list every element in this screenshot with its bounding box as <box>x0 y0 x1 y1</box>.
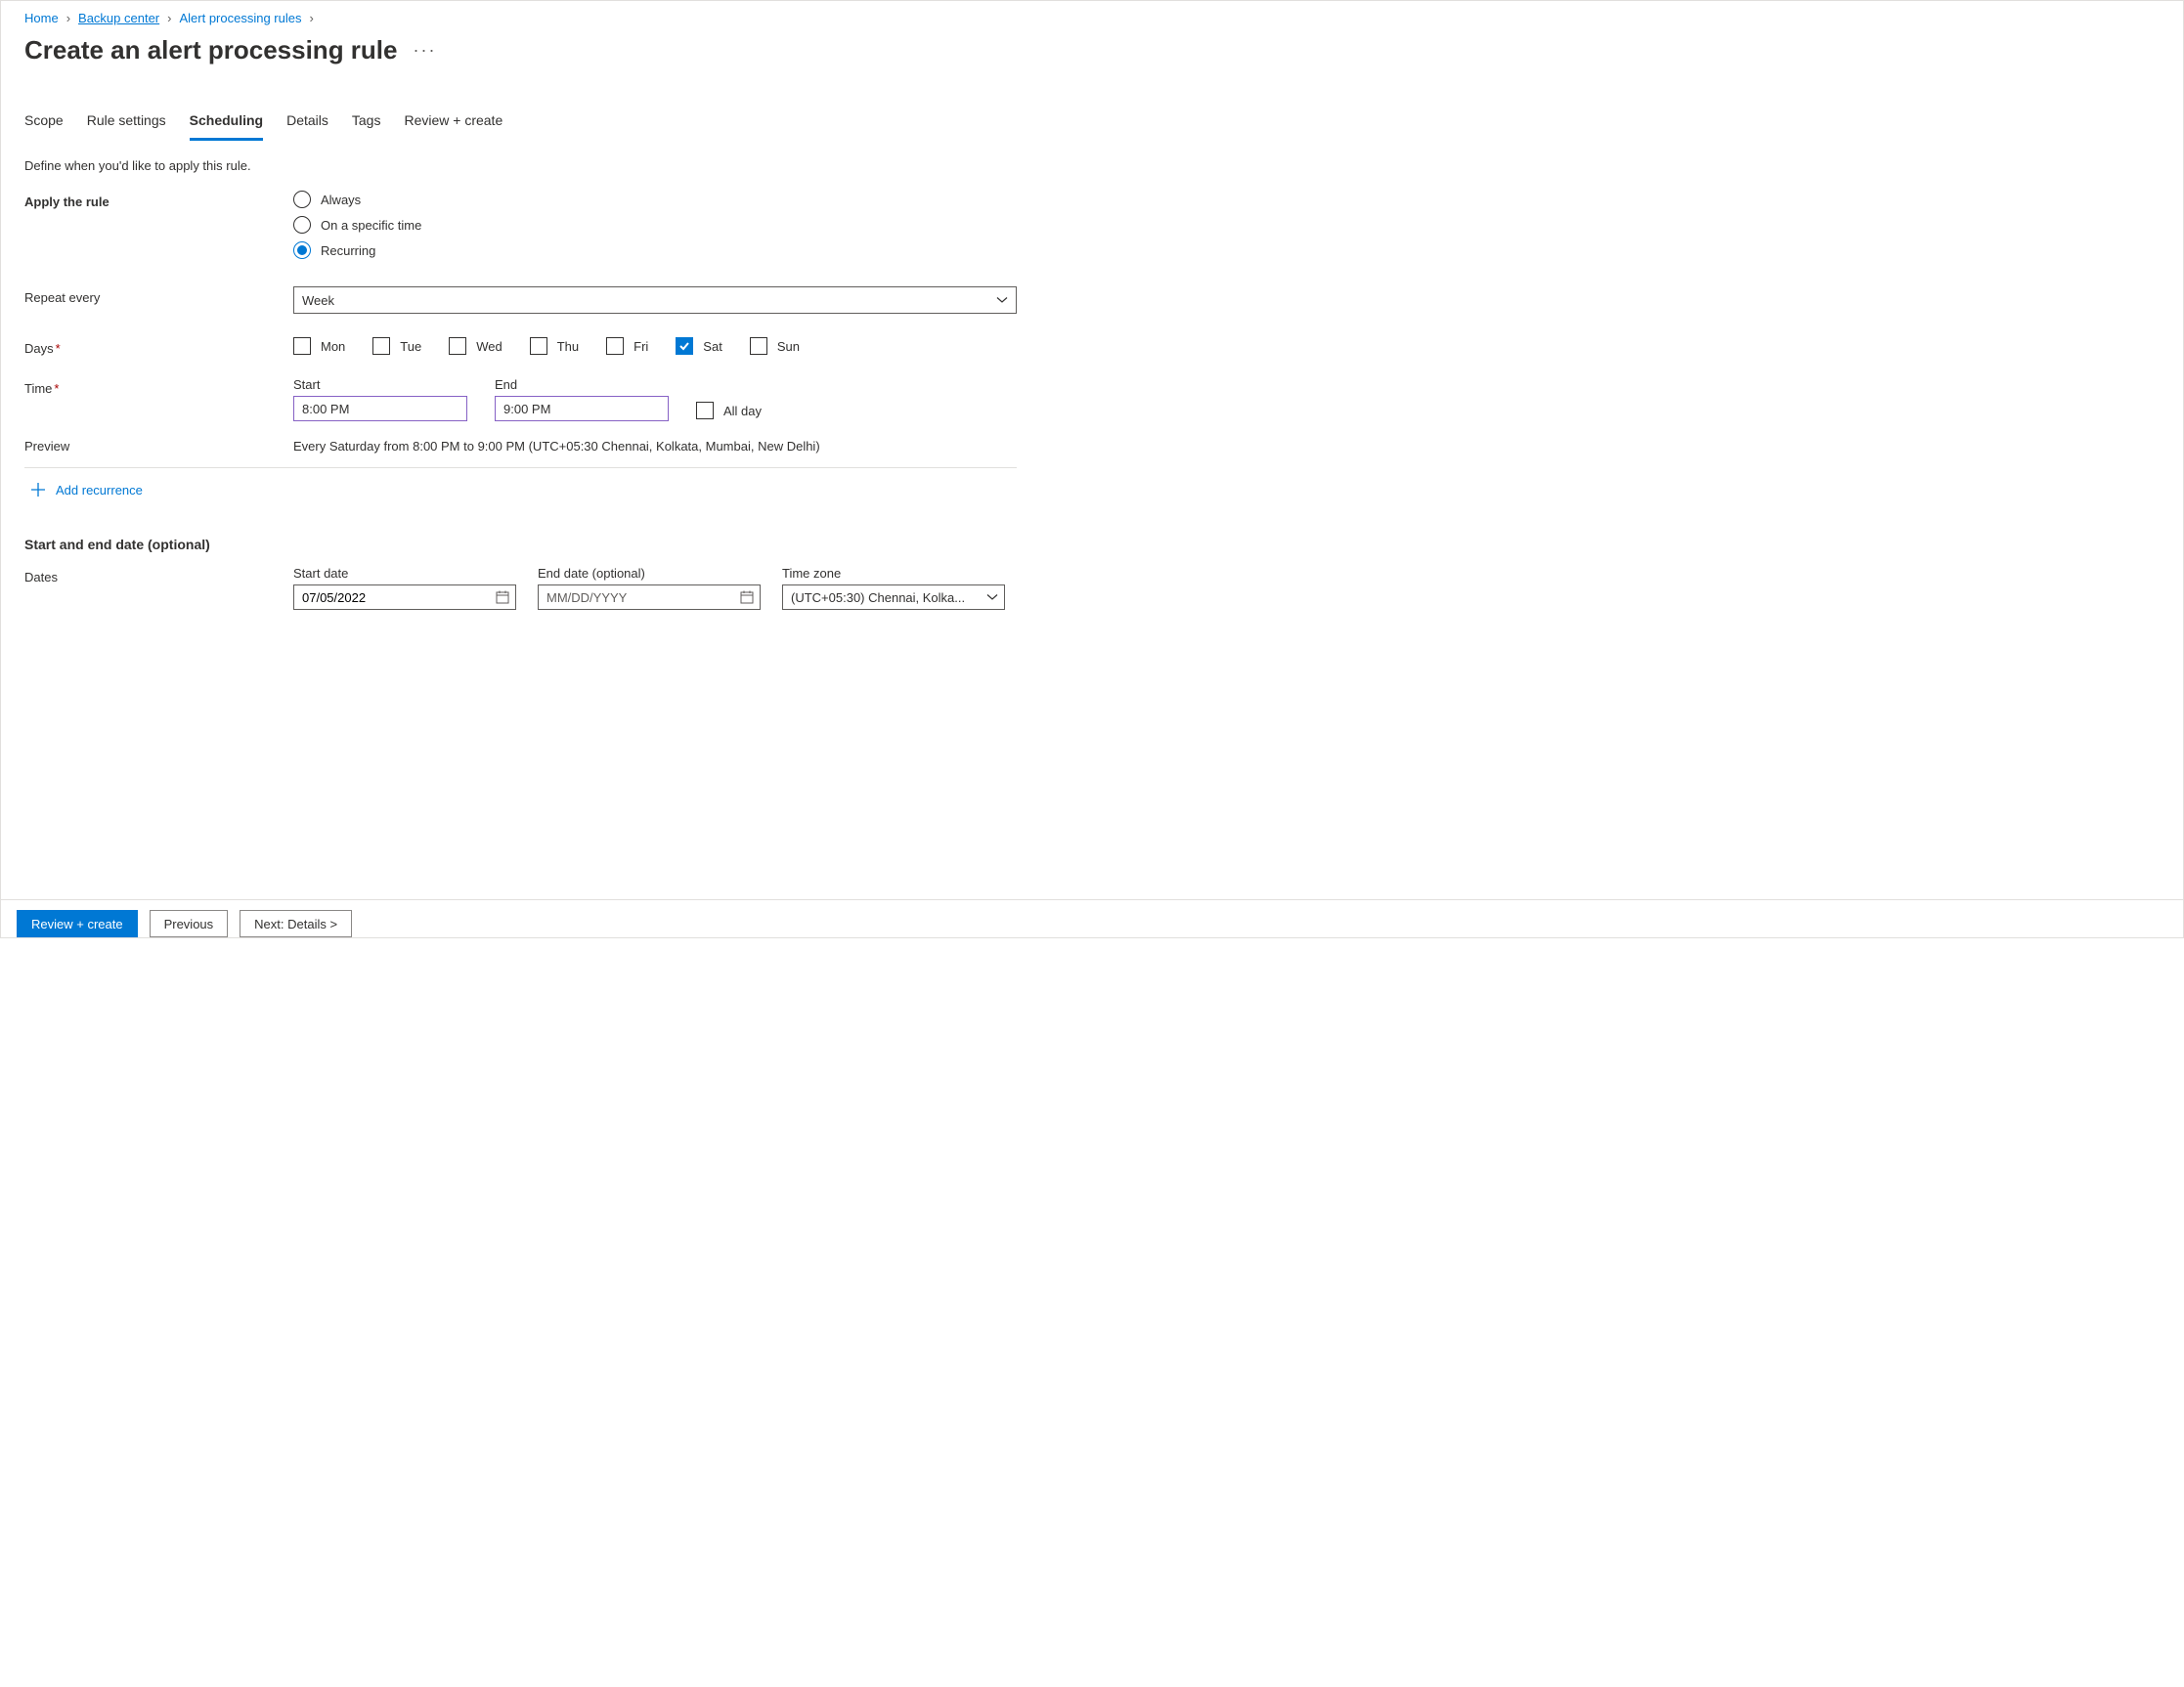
breadcrumb: Home › Backup center › Alert processing … <box>24 9 2160 35</box>
start-date-input[interactable] <box>302 590 496 605</box>
repeat-every-select[interactable]: Week <box>293 286 1017 314</box>
time-label: Time* <box>24 377 293 396</box>
required-star-icon: * <box>56 341 61 356</box>
day-wed[interactable]: Wed <box>449 337 502 355</box>
tab-tags[interactable]: Tags <box>352 105 381 141</box>
select-value: Week <box>302 293 334 308</box>
day-sat[interactable]: Sat <box>676 337 722 355</box>
chevron-right-icon: › <box>66 11 70 25</box>
apply-rule-radio-group: Always On a specific time Recurring <box>293 191 1017 259</box>
chevron-down-icon <box>986 591 998 603</box>
radio-specific-time[interactable]: On a specific time <box>293 216 1017 234</box>
checkbox-icon <box>606 337 624 355</box>
all-day-label: All day <box>723 404 762 418</box>
checkbox-icon <box>449 337 466 355</box>
tab-bar: Scope Rule settings Scheduling Details T… <box>24 105 2160 141</box>
day-thu[interactable]: Thu <box>530 337 579 355</box>
day-label: Sat <box>703 339 722 354</box>
start-time-input[interactable] <box>293 396 467 421</box>
day-label: Sun <box>777 339 800 354</box>
apply-rule-label: Apply the rule <box>24 191 293 209</box>
calendar-icon <box>496 590 509 604</box>
tab-scope[interactable]: Scope <box>24 105 64 141</box>
dates-label: Dates <box>24 566 293 584</box>
day-fri[interactable]: Fri <box>606 337 648 355</box>
day-label: Fri <box>633 339 648 354</box>
review-create-button[interactable]: Review + create <box>17 910 138 937</box>
day-tue[interactable]: Tue <box>372 337 421 355</box>
radio-icon <box>293 191 311 208</box>
start-date-label: Start date <box>293 566 516 581</box>
days-label: Days* <box>24 337 293 356</box>
optional-section-title: Start and end date (optional) <box>24 537 2160 552</box>
required-star-icon: * <box>54 381 59 396</box>
preview-label: Preview <box>24 439 293 454</box>
footer-actions: Review + create Previous Next: Details > <box>1 899 2183 937</box>
end-time-input[interactable] <box>495 396 669 421</box>
checkbox-icon <box>676 337 693 355</box>
tab-rule-settings[interactable]: Rule settings <box>87 105 166 141</box>
timezone-label: Time zone <box>782 566 1005 581</box>
day-label: Thu <box>557 339 579 354</box>
page-title: Create an alert processing rule <box>24 35 397 65</box>
days-checkbox-group: Mon Tue Wed Thu <box>293 337 1017 355</box>
breadcrumb-home[interactable]: Home <box>24 11 59 25</box>
day-mon[interactable]: Mon <box>293 337 345 355</box>
timezone-value: (UTC+05:30) Chennai, Kolka... <box>791 590 965 605</box>
divider <box>24 467 1017 468</box>
radio-recurring[interactable]: Recurring <box>293 241 1017 259</box>
end-date-input[interactable] <box>546 590 740 605</box>
radio-label: Always <box>321 193 361 207</box>
tab-description: Define when you'd like to apply this rul… <box>24 158 2160 173</box>
previous-button[interactable]: Previous <box>150 910 229 937</box>
radio-label: On a specific time <box>321 218 421 233</box>
chevron-right-icon: › <box>167 11 171 25</box>
checkbox-icon <box>293 337 311 355</box>
add-recurrence-button[interactable]: Add recurrence <box>24 482 2160 497</box>
start-date-input-wrap[interactable] <box>293 584 516 610</box>
tab-details[interactable]: Details <box>286 105 328 141</box>
radio-always[interactable]: Always <box>293 191 1017 208</box>
next-button[interactable]: Next: Details > <box>240 910 352 937</box>
timezone-select[interactable]: (UTC+05:30) Chennai, Kolka... <box>782 584 1005 610</box>
breadcrumb-alert-processing-rules[interactable]: Alert processing rules <box>179 11 301 25</box>
day-label: Mon <box>321 339 345 354</box>
tab-scheduling[interactable]: Scheduling <box>190 105 263 141</box>
radio-icon <box>293 216 311 234</box>
calendar-icon <box>740 590 754 604</box>
day-label: Wed <box>476 339 502 354</box>
chevron-right-icon: › <box>309 11 313 25</box>
checkbox-icon <box>530 337 547 355</box>
radio-label: Recurring <box>321 243 375 258</box>
add-recurrence-label: Add recurrence <box>56 483 143 497</box>
chevron-down-icon <box>996 294 1008 306</box>
day-sun[interactable]: Sun <box>750 337 800 355</box>
tab-review-create[interactable]: Review + create <box>404 105 502 141</box>
day-label: Tue <box>400 339 421 354</box>
end-date-input-wrap[interactable] <box>538 584 761 610</box>
plus-icon <box>30 482 46 497</box>
checkbox-icon <box>372 337 390 355</box>
all-day-checkbox[interactable]: All day <box>696 402 762 421</box>
repeat-every-label: Repeat every <box>24 286 293 305</box>
checkbox-icon <box>696 402 714 419</box>
start-time-label: Start <box>293 377 467 392</box>
checkbox-icon <box>750 337 767 355</box>
end-time-label: End <box>495 377 669 392</box>
end-date-label: End date (optional) <box>538 566 761 581</box>
preview-text: Every Saturday from 8:00 PM to 9:00 PM (… <box>293 439 1017 454</box>
breadcrumb-backup-center[interactable]: Backup center <box>78 11 159 25</box>
radio-icon <box>293 241 311 259</box>
more-actions-button[interactable]: ··· <box>413 40 436 61</box>
